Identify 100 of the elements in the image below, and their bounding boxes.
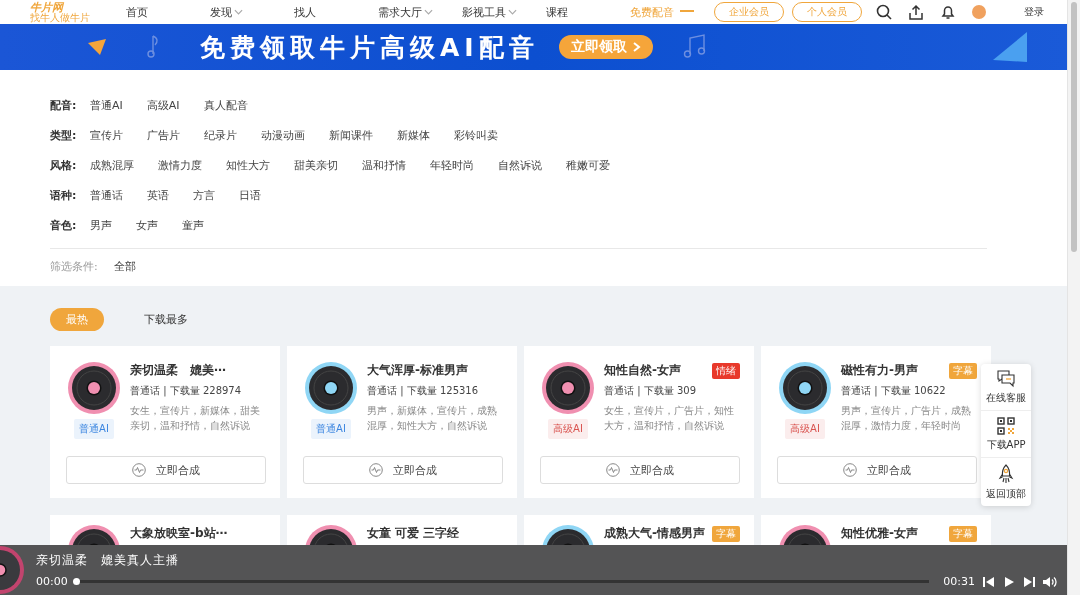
- next-icon[interactable]: [1023, 575, 1035, 588]
- play-icon[interactable]: [1003, 575, 1015, 588]
- volume-icon[interactable]: [1043, 575, 1057, 588]
- synthesize-button[interactable]: 立即合成: [777, 456, 977, 484]
- duration-time: 00:31: [943, 575, 975, 588]
- filter-label: 风格:: [50, 157, 78, 173]
- voice-tier-tag: 高级AI: [785, 419, 825, 439]
- filter-option[interactable]: 甜美亲切: [294, 157, 338, 173]
- filter-option[interactable]: 广告片: [147, 127, 180, 143]
- filter-option[interactable]: 方言: [193, 187, 215, 203]
- voice-title: 成熟大气-情感男声: [604, 525, 705, 542]
- scrollbar[interactable]: [1067, 0, 1080, 595]
- nav-link[interactable]: 影视工具: [462, 4, 546, 20]
- filter-option[interactable]: 知性大方: [226, 157, 270, 173]
- filter-option[interactable]: 年轻时尚: [430, 157, 474, 173]
- voice-description: 男声，宣传片，广告片，成熟混厚，激情力度，年轻时尚: [841, 404, 972, 433]
- filter-option[interactable]: 成熟混厚: [90, 157, 134, 173]
- previous-icon[interactable]: [983, 575, 995, 588]
- filter-condition-label: 筛选条件:: [50, 258, 99, 274]
- voice-description: 女生，宣传片，广告片，知性大方，温和抒情，自然诉说: [604, 404, 735, 433]
- filter-option[interactable]: 新媒体: [397, 127, 430, 143]
- nav-link[interactable]: 课程: [546, 4, 630, 20]
- caret-icon: [424, 9, 433, 15]
- filter-option[interactable]: 真人配音: [203, 97, 248, 113]
- side-panel-item[interactable]: 下载APP: [981, 411, 1031, 458]
- voice-title: 知性自然-女声: [604, 362, 681, 379]
- filter-option[interactable]: 彩铃叫卖: [454, 127, 498, 143]
- filter-option[interactable]: 普通话: [90, 187, 123, 203]
- filter-option[interactable]: 童声: [182, 217, 204, 233]
- filter-option[interactable]: 温和抒情: [362, 157, 406, 173]
- voice-tier-tag: 普通AI: [74, 419, 114, 439]
- voice-stats: 普通话 | 下载量 309: [604, 384, 697, 398]
- filter-option[interactable]: 自然诉说: [498, 157, 542, 173]
- voice-stats: 普通话 | 下载量 10622: [841, 384, 947, 398]
- chevron-icon: [632, 42, 641, 52]
- voice-title: 磁性有力-男声: [841, 362, 918, 379]
- voice-title: 大气浑厚-标准男声: [367, 362, 468, 379]
- filter-option[interactable]: 纪录片: [204, 127, 237, 143]
- voice-stats: 普通话 | 下载量 125316: [367, 384, 480, 398]
- voice-badge: 字幕: [949, 525, 977, 542]
- caret-icon: [508, 9, 517, 15]
- voice-card[interactable]: 普通AI 大气浑厚-标准男声 普通话 | 下载量 125316 男声，新媒体，宣传片，成熟混厚，知性大方，自然诉说 立即合成: [287, 346, 517, 498]
- filter-option[interactable]: 男声: [90, 217, 112, 233]
- login-link[interactable]: 登录: [1024, 5, 1044, 19]
- filter-option[interactable]: 英语: [147, 187, 169, 203]
- voice-description: 女生，宣传片，新媒体，甜美亲切，温和抒情，自然诉说: [130, 404, 261, 433]
- voice-badge: 情绪: [712, 362, 740, 379]
- search-icon[interactable]: [876, 4, 892, 20]
- nav-link[interactable]: 需求大厅: [378, 4, 462, 20]
- upload-icon[interactable]: [908, 4, 924, 20]
- voice-stats: 普通话 | 下载量 228974: [130, 384, 243, 398]
- nav-link[interactable]: 发现: [210, 4, 294, 20]
- waveform-icon: [843, 463, 857, 477]
- synthesize-button[interactable]: 立即合成: [66, 456, 266, 484]
- promo-banner[interactable]: 免费领取牛片高级AI配音 立即领取: [0, 24, 1067, 70]
- logo-tagline: 找牛人做牛片: [30, 12, 91, 23]
- triangle-icon: [993, 32, 1027, 62]
- triangle-icon: [88, 39, 106, 55]
- side-panel-item[interactable]: 在线客服: [981, 364, 1031, 411]
- voice-badge: 字幕: [712, 525, 740, 542]
- voice-card[interactable]: 大象放映室-b站⋯: [50, 515, 280, 545]
- caret-icon: [234, 9, 243, 15]
- voice-badge: 字幕: [949, 362, 977, 379]
- music-notes-icon: [682, 34, 707, 60]
- filter-option[interactable]: 激情力度: [158, 157, 202, 173]
- filter-option[interactable]: 新闻课件: [329, 127, 373, 143]
- filter-option[interactable]: 稚嫩可爱: [566, 157, 610, 173]
- track-title: 亲切温柔 媲美真人主播: [36, 552, 180, 569]
- filter-option[interactable]: 女声: [136, 217, 158, 233]
- synthesize-button[interactable]: 立即合成: [303, 456, 503, 484]
- waveform-icon: [606, 463, 620, 477]
- waveform-icon: [132, 463, 146, 477]
- filter-label: 音色:: [50, 217, 78, 233]
- filter-option[interactable]: 动漫动画: [261, 127, 305, 143]
- synthesize-button[interactable]: 立即合成: [540, 456, 740, 484]
- progress-thumb[interactable]: [72, 578, 80, 585]
- filter-option[interactable]: 普通AI: [90, 97, 123, 113]
- nav-link[interactable]: 首页: [126, 4, 210, 20]
- filter-condition-value: 全部: [114, 258, 136, 274]
- chat-icon: [997, 370, 1015, 388]
- filter-label: 配音:: [50, 97, 78, 113]
- voice-tier-tag: 普通AI: [311, 419, 351, 439]
- voice-card[interactable]: 高级AI 知性自然-女声 情绪 普通话 | 下载量 309 女生，宣传片，广告片，知性大方，温和抒情，自然诉说 立即合成: [524, 346, 754, 498]
- voice-tier-tag: 高级AI: [548, 419, 588, 439]
- filter-option[interactable]: 宣传片: [90, 127, 123, 143]
- voice-card[interactable]: 成熟大气-情感男声 字幕: [524, 515, 754, 545]
- voice-card[interactable]: 女童 可爱 三字经: [287, 515, 517, 545]
- bell-icon[interactable]: [940, 4, 956, 20]
- voice-card[interactable]: 普通AI 亲切温柔 媲美⋯ 普通话 | 下载量 228974 女生，宣传片，新媒体，甜美亲切，温和抒情，自然诉说 立即合成: [50, 346, 280, 498]
- nav-link[interactable]: 找人: [294, 4, 378, 20]
- dash-icon: [680, 10, 694, 14]
- current-time: 00:00: [36, 575, 68, 588]
- waveform-icon: [369, 463, 383, 477]
- voice-title: 大象放映室-b站⋯: [130, 525, 228, 542]
- voice-card[interactable]: 知性优雅-女声 字幕: [761, 515, 991, 545]
- filter-option[interactable]: 高级AI: [146, 97, 180, 113]
- sort-tab[interactable]: 下载最多: [128, 308, 204, 331]
- qr-code-icon: [997, 417, 1015, 435]
- filter-label: 语种:: [50, 187, 78, 203]
- filter-option[interactable]: 日语: [239, 187, 261, 203]
